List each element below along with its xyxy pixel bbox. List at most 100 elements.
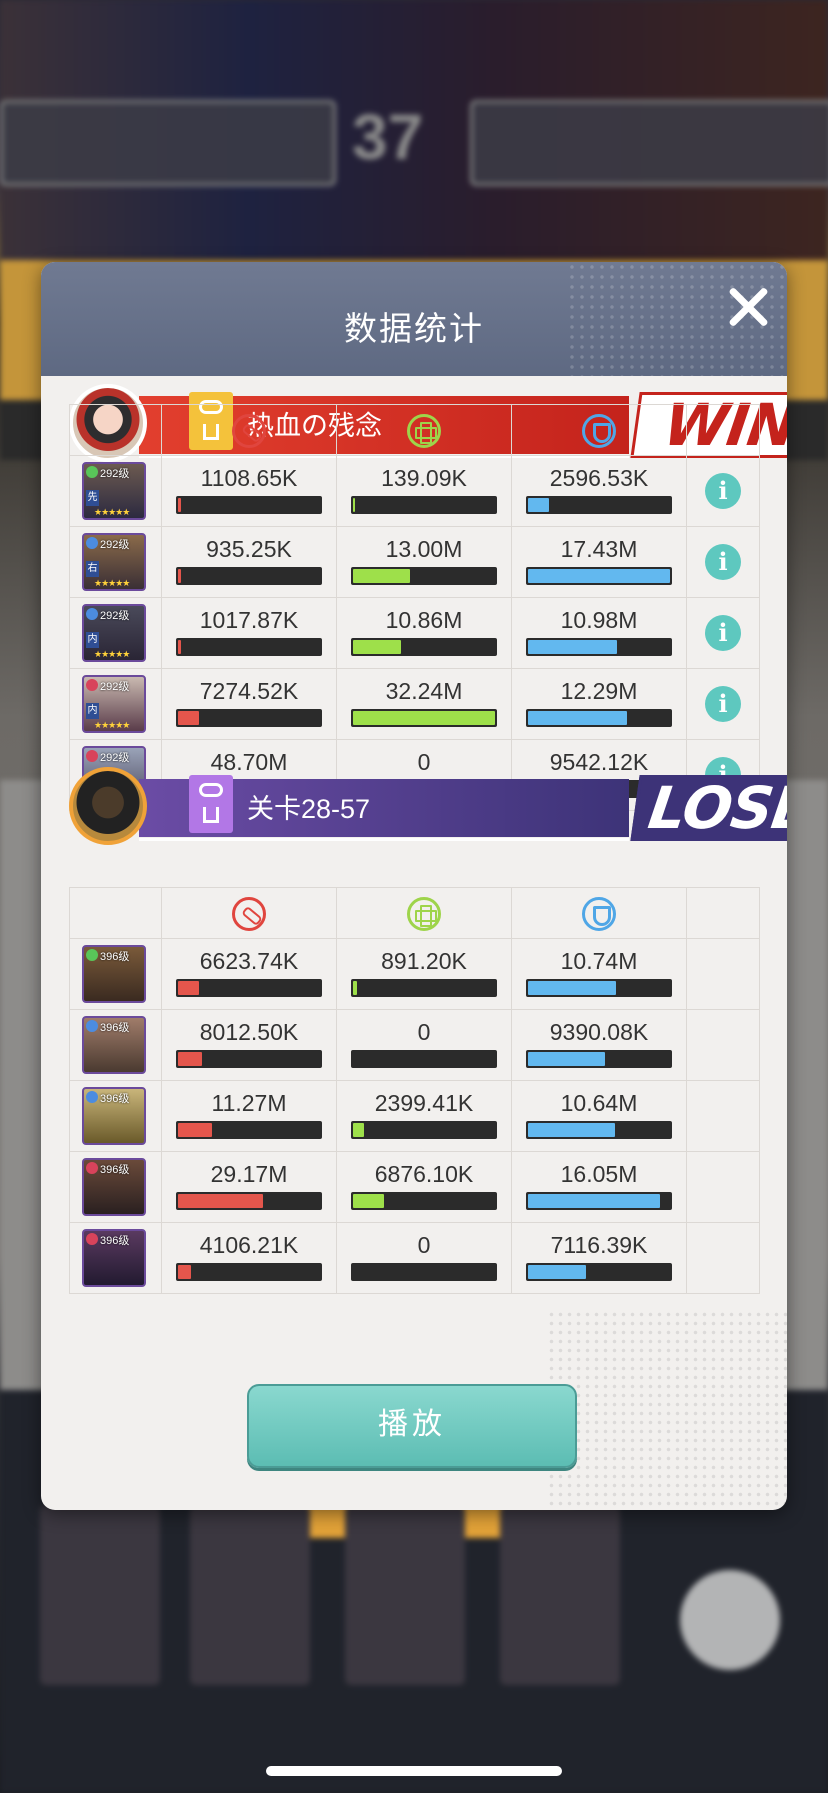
heal-icon — [407, 897, 441, 931]
heal-bar — [351, 1121, 497, 1139]
hero-stat-row: 396级 29.17M 6876.10K 16.05M — [69, 1151, 760, 1223]
dialog-dot-pattern — [547, 1310, 787, 1510]
hero-portrait[interactable]: 396级 — [82, 1229, 146, 1287]
star-rating-icon: ★★★★★ — [94, 720, 130, 730]
damage-bar — [176, 638, 322, 656]
defense-value: 12.29M — [560, 678, 638, 704]
hero-level: 292级 — [100, 539, 130, 551]
info-icon[interactable]: i — [705, 615, 741, 651]
team-name: 关卡28-57 — [247, 794, 371, 824]
background-card — [190, 1505, 310, 1685]
star-rating-icon: ★★★★★ — [94, 507, 130, 517]
defense-value: 9390.08K — [549, 1019, 649, 1045]
heal-value: 891.20K — [381, 948, 467, 974]
hero-level: 292级 — [100, 681, 130, 693]
close-icon[interactable] — [723, 282, 773, 332]
damage-value: 6623.74K — [199, 948, 299, 974]
defense-bar-fill — [528, 981, 616, 995]
hero-stat-row: 396级 6623.74K 891.20K 10.74M — [69, 938, 760, 1010]
hero-portrait[interactable]: 292级先 ★★★★★ — [82, 462, 146, 520]
damage-bar — [176, 1192, 322, 1210]
defense-icon — [582, 414, 616, 448]
defense-value: 17.43M — [560, 536, 638, 562]
hero-portrait[interactable]: 292级右 ★★★★★ — [82, 533, 146, 591]
hero-level: 292级 — [100, 610, 130, 622]
hero-portrait[interactable]: 396级 — [82, 1087, 146, 1145]
hero-portrait[interactable]: 396级 — [82, 1158, 146, 1216]
defense-bar — [526, 1192, 672, 1210]
element-icon — [86, 679, 98, 691]
heal-bar — [351, 1192, 497, 1210]
damage-bar-fill — [178, 1194, 263, 1208]
element-icon — [86, 1091, 98, 1103]
star-rating-icon: ★★★★★ — [94, 578, 130, 588]
damage-bar — [176, 1263, 322, 1281]
damage-bar — [176, 1121, 322, 1139]
hero-portrait[interactable]: 292级内 ★★★★★ — [82, 604, 146, 662]
damage-value: 935.25K — [206, 536, 292, 562]
heal-value: 139.09K — [381, 465, 467, 491]
damage-bar-fill — [178, 498, 181, 512]
damage-bar-fill — [178, 981, 199, 995]
background-enemy-bar — [470, 100, 828, 186]
defense-bar — [526, 1263, 672, 1281]
result-label-lose: LOSE — [630, 774, 787, 842]
stats-header-row — [69, 887, 760, 939]
home-indicator[interactable] — [266, 1766, 562, 1776]
background-stats-button — [680, 1570, 780, 1670]
hero-level: 396级 — [100, 1164, 130, 1176]
hero-level: 292级 — [100, 468, 130, 480]
damage-bar-fill — [178, 640, 181, 654]
damage-value: 1017.87K — [199, 607, 299, 633]
defense-value: 16.05M — [560, 1161, 638, 1187]
hero-level: 396级 — [100, 951, 130, 963]
hero-stat-row: 396级 11.27M 2399.41K 10.64M — [69, 1080, 760, 1152]
hero-position: 先 — [86, 490, 99, 506]
guild-flag-icon — [189, 775, 233, 833]
heal-bar-fill — [353, 711, 495, 725]
defense-bar-fill — [528, 1123, 615, 1137]
heal-bar-fill — [353, 498, 355, 512]
heal-value: 13.00M — [385, 536, 463, 562]
heal-bar — [351, 709, 497, 727]
hero-position: 右 — [86, 561, 99, 577]
info-icon[interactable]: i — [705, 686, 741, 722]
defense-value: 10.74M — [560, 948, 638, 974]
hero-portrait[interactable]: 292级内 ★★★★★ — [82, 675, 146, 733]
heal-bar-fill — [353, 569, 410, 583]
element-icon — [86, 537, 98, 549]
element-icon — [86, 949, 98, 961]
element-icon — [86, 1162, 98, 1174]
hero-stat-row: 292级先 ★★★★★ 1108.65K 139.09K 2596.53K i — [69, 455, 760, 527]
heal-bar — [351, 979, 497, 997]
enemy-avatar[interactable] — [69, 767, 147, 845]
play-button[interactable]: 播放 — [247, 1384, 577, 1468]
heal-value: 6876.10K — [374, 1161, 474, 1187]
heal-bar — [351, 496, 497, 514]
element-icon — [86, 750, 98, 762]
heal-bar — [351, 1050, 497, 1068]
hero-stat-row: 396级 4106.21K 0 7116.39K — [69, 1222, 760, 1294]
damage-icon — [232, 897, 266, 931]
defense-bar — [526, 638, 672, 656]
hero-portrait[interactable]: 396级 — [82, 1016, 146, 1074]
hero-portrait[interactable]: 396级 — [82, 945, 146, 1003]
hero-level: 396级 — [100, 1022, 130, 1034]
heal-icon — [407, 414, 441, 448]
lose-team-stats-table: 396级 6623.74K 891.20K 10.74M 396级 8012.50K 0 93… — [69, 887, 760, 1294]
damage-bar-fill — [178, 569, 181, 583]
info-icon[interactable]: i — [705, 544, 741, 580]
defense-bar-fill — [528, 1052, 605, 1066]
defense-value: 10.64M — [560, 1090, 638, 1116]
background-round-number: 37 — [352, 101, 424, 173]
damage-bar — [176, 567, 322, 585]
defense-bar-fill — [528, 1194, 660, 1208]
star-rating-icon: ★★★★★ — [94, 649, 130, 659]
defense-bar — [526, 496, 672, 514]
hero-level: 396级 — [100, 1235, 130, 1247]
defense-bar-fill — [528, 1265, 586, 1279]
damage-bar-fill — [178, 1265, 191, 1279]
info-icon[interactable]: i — [705, 473, 741, 509]
hero-position: 内 — [86, 703, 99, 719]
hero-level: 396级 — [100, 1093, 130, 1105]
